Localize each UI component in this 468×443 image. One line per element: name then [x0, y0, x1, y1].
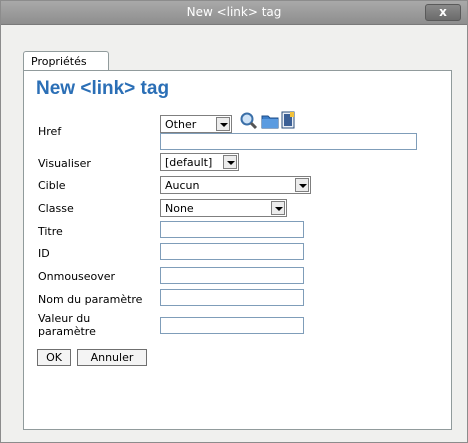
properties-panel: New <link> tag Href Other Visualiser [de… [23, 70, 452, 430]
classe-value: None [165, 202, 194, 215]
chevron-down-icon [271, 201, 285, 215]
id-input[interactable] [160, 243, 304, 260]
chevron-down-icon [216, 117, 230, 131]
page-title: New <link> tag [36, 78, 170, 99]
href-input[interactable] [160, 133, 417, 150]
valeur-parametre-label-line1: Valeur du [38, 312, 91, 325]
ok-button[interactable]: OK [37, 349, 71, 366]
cible-label: Cible [38, 179, 66, 192]
visualiser-label: Visualiser [38, 157, 91, 170]
visualiser-select[interactable]: [default] [160, 153, 239, 171]
titre-label: Titre [38, 225, 63, 238]
search-icon[interactable] [240, 112, 258, 130]
titre-input[interactable] [160, 221, 304, 238]
cible-select[interactable]: Aucun [160, 176, 311, 194]
close-button[interactable]: x [425, 4, 461, 21]
cible-value: Aucun [165, 179, 200, 192]
chevron-down-icon [223, 155, 237, 169]
onmouseover-input[interactable] [160, 267, 304, 284]
id-label: ID [38, 247, 50, 260]
href-label: Href [38, 125, 62, 138]
folder-icon[interactable] [261, 113, 279, 129]
onmouseover-label: Onmouseover [38, 270, 116, 283]
nom-parametre-label: Nom du paramètre [38, 293, 143, 306]
title-bar[interactable]: New <link> tag x [1, 1, 467, 25]
document-icon[interactable] [281, 111, 295, 129]
href-protocol-value: Other [165, 118, 197, 131]
cancel-button[interactable]: Annuler [77, 349, 147, 366]
valeur-parametre-label-line2: paramètre [38, 325, 96, 338]
valeur-parametre-input[interactable] [160, 317, 304, 334]
nom-parametre-input[interactable] [160, 289, 304, 306]
tab-proprietes[interactable]: Propriétés [23, 51, 109, 71]
chevron-down-icon [295, 178, 309, 192]
window-title: New <link> tag [186, 5, 282, 19]
classe-select[interactable]: None [160, 199, 287, 217]
visualiser-value: [default] [165, 156, 213, 169]
dialog-window: New <link> tag x Propriétés New <link> t… [0, 0, 468, 443]
classe-label: Classe [38, 202, 74, 215]
href-protocol-select[interactable]: Other [160, 115, 232, 133]
